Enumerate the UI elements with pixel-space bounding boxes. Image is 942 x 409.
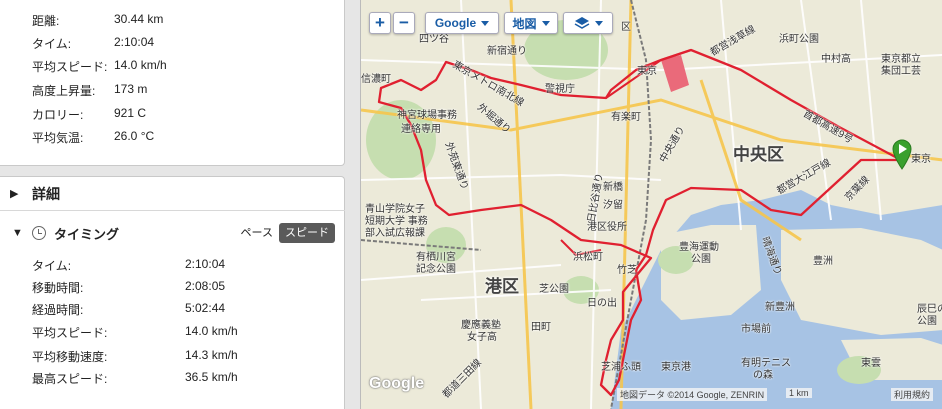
map-label: 日の出 [587, 298, 617, 309]
stat-value: 26.0 °C [114, 129, 155, 143]
pace-speed-toggle[interactable]: ペース スピード [235, 223, 335, 243]
chevron-down-icon [541, 20, 550, 26]
map-label: 東京港 [661, 362, 691, 373]
map-label: 信濃町 [361, 74, 391, 85]
map-label: 連絡専用 [401, 124, 441, 135]
map-label: 田町 [531, 322, 551, 333]
map-scale: 1 km [786, 388, 812, 398]
ward-label: 港区 [485, 277, 519, 296]
stat-label: カロリー: [32, 108, 84, 122]
map-layers-select[interactable] [563, 12, 613, 34]
zoom-in-label: + [375, 13, 385, 32]
map-label: 集団工芸 [881, 66, 921, 77]
timing-value: 14.0 km/h [185, 324, 238, 338]
map-label: 芝浦ふ頭 [601, 362, 641, 373]
stat-value: 173 m [114, 82, 148, 96]
details-card: ▶ 詳細 ▼ タイミング ペース スピード タイム: 2:10:04 移動時間:… [0, 176, 345, 409]
timing-label: 最高スピード: [32, 372, 108, 386]
map-label: 女子高 [467, 332, 497, 343]
stat-value: 14.0 km/h [114, 58, 167, 72]
stat-label: 平均スピード: [32, 60, 108, 74]
map-label: 警視庁 [545, 84, 575, 95]
stat-value: 921 C [114, 106, 147, 120]
map-label: 港区役所 [587, 222, 627, 233]
map-label: 公園 [917, 316, 937, 327]
terms-link[interactable]: 利用規約 [891, 388, 934, 401]
map-label: 芝公園 [539, 284, 569, 295]
activity-stats-panel: 距離: 30.44 km タイム: 2:10:04 平均スピード: 14.0 k… [0, 0, 345, 409]
timing-label: 経過時間: [32, 303, 84, 317]
timing-label: 移動時間: [32, 281, 84, 295]
clock-icon [32, 226, 46, 240]
map-label: 竹芝 [617, 265, 637, 276]
map-type-value: 地図 [512, 16, 537, 31]
map-provider-select[interactable]: Google [425, 12, 499, 34]
chevron-down-icon [481, 20, 490, 26]
ward-label: 中央区 [733, 145, 784, 164]
expand-arrow-icon[interactable]: ▶ [10, 187, 24, 200]
timing-value: 36.5 km/h [185, 370, 238, 384]
map-label: 豊洲 [813, 256, 833, 267]
map-label: 部入試広報課 [365, 228, 425, 239]
stat-label: 高度上昇量: [32, 84, 96, 98]
chevron-down-icon [594, 20, 603, 26]
stat-value: 30.44 km [114, 12, 164, 26]
timing-label: 平均移動速度: [32, 350, 108, 364]
stat-value: 2:10:04 [114, 35, 155, 49]
map-attribution: 地図データ ©2014 Google, ZENRIN [617, 388, 768, 401]
map-label: 浜松町 [573, 252, 603, 263]
map-label: 神宮球場事務 [397, 110, 457, 121]
timing-label: タイム: [32, 259, 72, 273]
map-label: 有楽町 [611, 112, 641, 123]
timing-label: 平均スピード: [32, 326, 108, 340]
map-label: 新豊洲 [765, 302, 795, 313]
map-label: 東雲 [861, 358, 881, 369]
details-section-header[interactable]: ▶ 詳細 [0, 177, 345, 211]
timing-value: 14.3 km/h [185, 348, 238, 362]
timing-value: 2:10:04 [185, 257, 226, 271]
route-map[interactable]: 四ツ谷 新宿通り 信濃町 神宮球場事務 連絡専用 外苑東通り 青山学院女子 短期… [360, 0, 942, 409]
map-label: 新橋 [603, 182, 623, 193]
map-label: 新宿通り [487, 46, 527, 57]
map-label: 東京 [637, 66, 657, 77]
map-label: 東京 [911, 154, 931, 165]
stat-label: 距離: [32, 14, 60, 28]
summary-card: 距離: 30.44 km タイム: 2:10:04 平均スピード: 14.0 k… [0, 0, 345, 166]
map-label: 公園 [691, 254, 711, 265]
map-label: 記念公園 [416, 264, 456, 275]
pace-option[interactable]: ペース [235, 223, 279, 243]
map-label: 中村高 [821, 54, 851, 65]
google-logo: Google [369, 375, 425, 392]
map-type-select[interactable]: 地図 [504, 12, 558, 34]
timing-value: 2:08:05 [185, 279, 226, 293]
zoom-out-button[interactable]: − [393, 12, 415, 34]
stat-label: タイム: [32, 37, 72, 51]
zoom-out-label: − [399, 13, 409, 32]
map-label: 汐留 [603, 200, 623, 211]
map-label: 市場前 [741, 324, 771, 335]
map-provider-value: Google [434, 16, 477, 30]
stat-label: 平均気温: [32, 131, 84, 145]
start-marker-icon[interactable] [891, 138, 913, 170]
timing-value: 5:02:44 [185, 301, 226, 315]
map-label: 浜町公園 [779, 34, 819, 45]
collapse-arrow-icon[interactable]: ▼ [12, 227, 26, 239]
layers-icon [574, 17, 589, 29]
speed-option[interactable]: スピード [279, 223, 335, 243]
timing-title: タイミング [54, 226, 120, 242]
map-label: の森 [753, 370, 773, 381]
details-title: 詳細 [32, 185, 60, 202]
zoom-in-button[interactable]: + [369, 12, 391, 34]
map-label: 区 [621, 22, 631, 33]
